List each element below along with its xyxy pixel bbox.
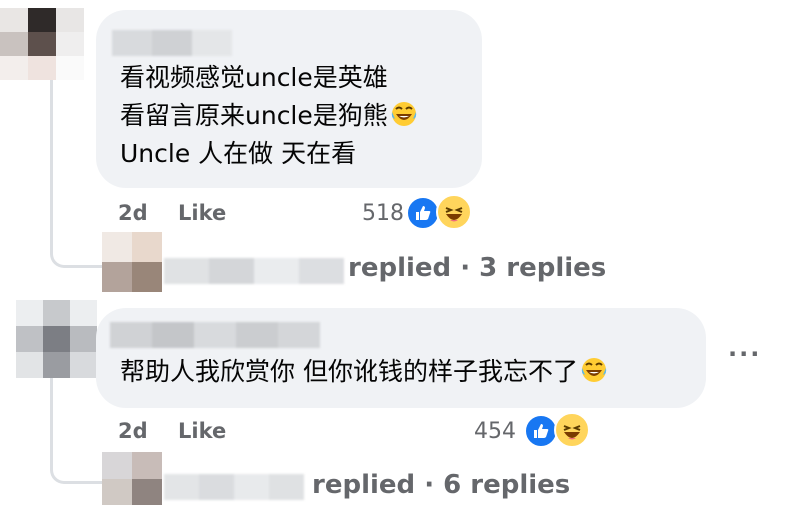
- like-button[interactable]: Like: [178, 418, 226, 444]
- comment-bubble: 看视频感觉uncle是英雄 看留言原来uncle是狗熊 Uncle 人在做 天在…: [96, 10, 482, 188]
- comment-text-line: 看留言原来uncle是狗熊: [120, 98, 418, 138]
- replier-avatars-blurred[interactable]: [102, 232, 162, 292]
- replier-name-blurred[interactable]: [164, 258, 344, 284]
- comment-bubble: 帮助人我欣赏你 但你讹钱的样子我忘不了: [96, 308, 706, 408]
- comment-text-line: 帮助人我欣赏你 但你讹钱的样子我忘不了: [120, 354, 608, 394]
- comment-text-line: 看视频感觉uncle是英雄: [120, 63, 388, 92]
- comment-text-line: Uncle 人在做 天在看: [120, 139, 357, 168]
- replier-name-blurred[interactable]: [164, 474, 304, 500]
- like-reaction-icon: [406, 196, 440, 230]
- like-reaction-icon: [524, 414, 558, 448]
- comment-timestamp[interactable]: 2d: [118, 200, 148, 226]
- haha-reaction-icon: [436, 194, 472, 230]
- thread-connector-line: [50, 378, 102, 484]
- thread-connector-line: [50, 80, 102, 268]
- reaction-count[interactable]: 454: [474, 419, 516, 445]
- avatar-blurred[interactable]: [16, 300, 97, 378]
- avatar-blurred[interactable]: [0, 8, 84, 80]
- haha-reaction-icon: [554, 412, 590, 448]
- view-replies-link[interactable]: replied · 6 replies: [312, 469, 570, 501]
- reaction-count[interactable]: 518: [362, 201, 404, 227]
- view-replies-link[interactable]: replied · 3 replies: [348, 252, 606, 284]
- author-name-blurred[interactable]: [110, 322, 320, 348]
- comment-timestamp[interactable]: 2d: [118, 418, 148, 444]
- laughing-tears-emoji-icon: [390, 100, 418, 138]
- laughing-tears-emoji-icon: [580, 356, 608, 394]
- like-button[interactable]: Like: [178, 200, 226, 226]
- replier-avatars-blurred[interactable]: [102, 452, 162, 505]
- more-options-button[interactable]: ···: [728, 340, 761, 368]
- author-name-blurred[interactable]: [112, 30, 232, 56]
